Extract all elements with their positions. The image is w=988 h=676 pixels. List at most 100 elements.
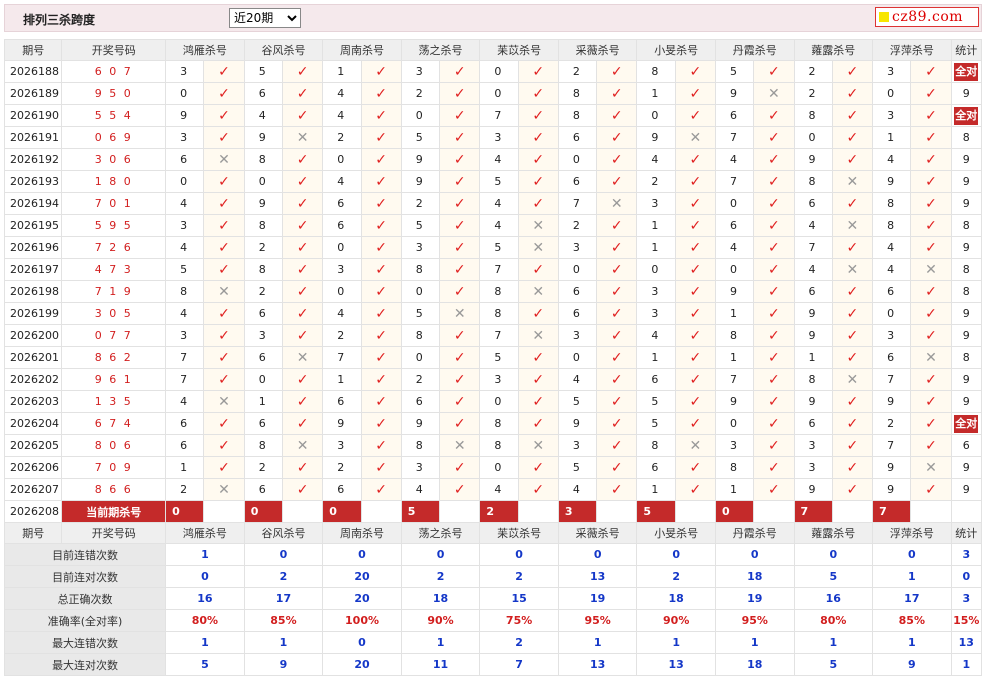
check-icon: ✓	[610, 283, 623, 300]
open-number-cell: 4 7 3	[61, 258, 167, 281]
current-issue-cell: 2026208	[3, 500, 63, 523]
header-expert[interactable]: 蕹露杀号	[793, 39, 874, 61]
header-expert[interactable]: 鸿雁杀号	[165, 522, 245, 544]
current-kill-blank	[517, 500, 559, 523]
header-expert[interactable]: 浮萍杀号	[872, 522, 952, 544]
check-icon: ✓	[218, 415, 230, 432]
summary-row: 总正确次数 16 17 20 18 15 19 18 19 16 17 3	[3, 587, 983, 610]
header-expert[interactable]: 谷风杀号	[243, 39, 324, 61]
header-expert[interactable]: 小旻杀号	[636, 39, 716, 61]
header-expert[interactable]: 采薇杀号	[557, 522, 638, 544]
kill-number-cell: 5	[479, 346, 519, 369]
kill-number-cell: 4	[479, 214, 519, 237]
check-icon: ✓	[925, 327, 937, 344]
kill-number-cell: 3	[400, 60, 441, 83]
result-mark-cell: ✕	[281, 434, 324, 457]
table-row: 2026189 9 5 0 0 ✓ 6 ✓ 4 ✓ 2 ✓ 0 ✓ 8 ✓ 1 ✓ 9 ✕ 2 ✓ 0 ✓ 9	[3, 82, 983, 105]
header-expert[interactable]: 采薇杀号	[557, 39, 638, 61]
header-expert[interactable]: 苿苡杀号	[479, 39, 559, 61]
header-expert[interactable]: 鸿雁杀号	[165, 39, 245, 61]
cross-icon: ✕	[846, 261, 859, 278]
header-expert[interactable]: 荡之杀号	[400, 522, 481, 544]
check-icon: ✓	[846, 437, 859, 454]
check-icon: ✓	[218, 437, 230, 454]
result-mark-cell: ✓	[281, 148, 324, 171]
result-mark-cell: ✓	[753, 390, 795, 413]
result-mark-cell: ✓	[281, 170, 324, 193]
check-icon: ✓	[689, 239, 702, 256]
kill-number-cell: 1	[714, 478, 755, 501]
header-expert[interactable]: 谷风杀号	[243, 522, 324, 544]
summary-row: 最大连错次数 1 1 0 1 2 1 1 1 1 1 13	[3, 631, 983, 654]
header-expert[interactable]: 丹霞杀号	[714, 39, 795, 61]
kill-number-cell: 2	[322, 456, 362, 479]
kill-number-cell: 7	[714, 126, 755, 149]
check-icon: ✓	[532, 393, 545, 410]
header-expert[interactable]: 小旻杀号	[636, 522, 716, 544]
result-mark-cell: ✓	[517, 82, 559, 105]
kill-number-cell: 7	[165, 346, 205, 369]
header-expert[interactable]: 周南杀号	[322, 39, 402, 61]
open-number-cell: 0 7 7	[61, 324, 167, 347]
cross-icon: ✕	[532, 437, 545, 454]
check-icon: ✓	[532, 459, 545, 476]
header-expert[interactable]: 丹霞杀号	[714, 522, 795, 544]
stat-count: 9	[962, 87, 970, 100]
header-expert[interactable]: 苿苡杀号	[479, 522, 559, 544]
site-logo[interactable]: cz89.com	[875, 7, 979, 27]
check-icon: ✓	[453, 415, 466, 432]
check-icon: ✓	[610, 239, 623, 256]
kill-number-cell: 0	[636, 258, 676, 281]
page-title: 排列三杀跨度	[23, 13, 96, 27]
stat-count: 8	[962, 263, 970, 276]
result-mark-cell: ✓	[753, 170, 795, 193]
result-mark-cell: ✓	[596, 478, 638, 501]
open-number-cell: 8 0 6	[61, 434, 167, 457]
check-icon: ✓	[768, 349, 780, 366]
kill-number-cell: 9	[793, 390, 833, 413]
header-expert[interactable]: 荡之杀号	[400, 39, 481, 61]
check-icon: ✓	[846, 151, 859, 168]
result-mark-cell: ✕	[674, 434, 716, 457]
result-mark-cell: ✓	[281, 214, 324, 237]
table-row: 2026192 3 0 6 6 ✕ 8 ✓ 0 ✓ 9 ✓ 4 ✓ 0 ✓ 4 ✓ 4 ✓ 9 ✓ 4 ✓ 9	[3, 148, 983, 171]
kill-number-cell: 3	[557, 324, 598, 347]
kill-number-cell: 8	[872, 214, 912, 237]
issue-cell: 2026191	[3, 126, 63, 149]
header-expert[interactable]: 蕹露杀号	[793, 522, 874, 544]
result-mark-cell: ✓	[281, 478, 324, 501]
kill-number-cell: 1	[636, 236, 676, 259]
kill-number-cell: 8	[872, 192, 912, 215]
open-number-cell: 5 5 4	[61, 104, 167, 127]
check-icon: ✓	[296, 107, 309, 124]
result-mark-cell: ✓	[203, 324, 245, 347]
header-expert[interactable]: 浮萍杀号	[872, 39, 952, 61]
result-mark-cell: ✓	[674, 258, 716, 281]
cross-icon: ✕	[296, 349, 309, 366]
issue-cell: 2026198	[3, 280, 63, 303]
check-icon: ✓	[375, 129, 387, 146]
cross-icon: ✕	[846, 173, 859, 190]
result-mark-cell: ✓	[753, 368, 795, 391]
header-expert[interactable]: 周南杀号	[322, 522, 402, 544]
kill-number-cell: 0	[400, 346, 441, 369]
check-icon: ✓	[218, 459, 230, 476]
check-icon: ✓	[610, 173, 623, 190]
cross-icon: ✕	[218, 283, 230, 300]
result-mark-cell: ✓	[753, 60, 795, 83]
result-mark-cell: ✕	[831, 214, 874, 237]
stat-count: 9	[962, 461, 970, 474]
cross-icon: ✕	[768, 85, 780, 102]
kill-number-cell: 7	[714, 368, 755, 391]
result-mark-cell: ✓	[831, 104, 874, 127]
kill-number-cell: 2	[165, 478, 205, 501]
kill-number-cell: 0	[479, 390, 519, 413]
check-icon: ✓	[925, 415, 937, 432]
kill-number-cell: 7	[165, 368, 205, 391]
check-icon: ✓	[610, 393, 623, 410]
summary-value: 18	[636, 587, 716, 610]
result-mark-cell: ✓	[596, 60, 638, 83]
period-select[interactable]: 近20期	[229, 8, 301, 28]
kill-number-cell: 9	[400, 148, 441, 171]
summary-value: 90%	[400, 609, 481, 632]
